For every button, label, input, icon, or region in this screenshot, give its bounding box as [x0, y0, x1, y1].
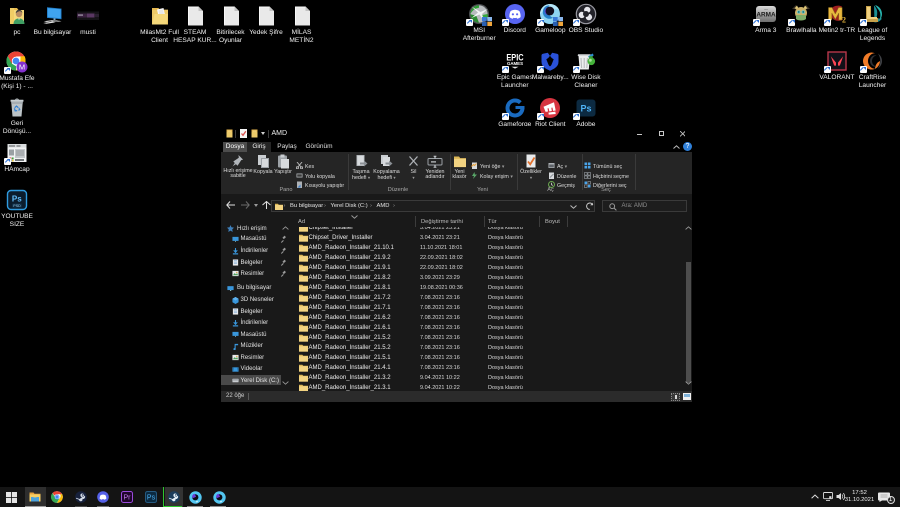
svg-text:M: M: [19, 63, 25, 72]
svg-text:PSD: PSD: [13, 204, 21, 208]
svg-text:Ps: Ps: [147, 495, 156, 502]
svg-text:Ps: Ps: [12, 195, 22, 204]
svg-text:Pr: Pr: [124, 495, 132, 502]
svg-text:Ps: Ps: [580, 104, 591, 114]
